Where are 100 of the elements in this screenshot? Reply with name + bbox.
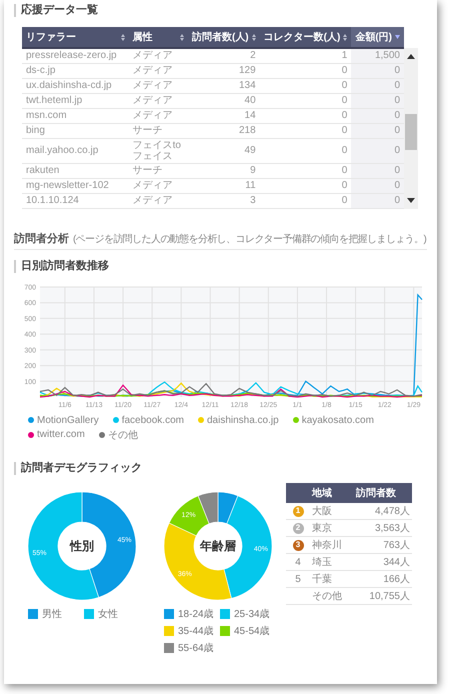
table-cell: 10,755人 — [354, 588, 412, 604]
table-cell: 763人 — [354, 536, 412, 554]
legend-item: 55-64歳 — [164, 640, 216, 654]
scroll-down-icon[interactable] — [407, 198, 415, 202]
table-cell: メディア — [128, 63, 188, 78]
rank-number: 4 — [294, 556, 302, 568]
table-cell: 0 — [260, 138, 352, 163]
table-cell: mg-newsletter-102 — [22, 178, 129, 193]
legend-item: 35-44歳 — [164, 624, 216, 638]
legend-item: twitter.com — [28, 428, 85, 442]
table-cell: 0 — [351, 138, 404, 163]
rank-medal: 2 — [292, 522, 304, 534]
legend-item: その他 — [98, 428, 138, 442]
table-cell: 0 — [351, 63, 404, 78]
table-cell: pressrelease-zero.jp — [22, 48, 129, 63]
sort-icon — [343, 34, 348, 40]
legend-item: 25-34歳 — [220, 606, 272, 620]
column-header[interactable]: コレクター数(人) — [260, 27, 352, 48]
table-cell: mail.yahoo.co.jp — [22, 138, 129, 163]
column-header[interactable]: 属性 — [128, 27, 188, 48]
donut-title: 性別 — [68, 538, 95, 554]
table-cell: 千葉 — [310, 570, 354, 588]
legend-swatch — [164, 608, 174, 618]
donut-title: 年齢層 — [198, 538, 237, 554]
chart-title: 日別訪問者数推移 — [14, 260, 109, 272]
table-cell: 神奈川 — [310, 536, 354, 554]
legend-dot — [28, 432, 34, 438]
table-cell: フェイスtoフェイス — [128, 138, 188, 163]
section-title: 訪問者デモグラフィック — [14, 462, 142, 474]
table-cell: 0 — [260, 63, 352, 78]
legend-dot — [112, 417, 119, 423]
table-cell: 9 — [188, 163, 260, 178]
table-cell: twt.heteml.jp — [22, 93, 129, 108]
rank-number: 5 — [294, 574, 302, 584]
column-header[interactable]: リファラー — [22, 27, 129, 48]
rank-medal: 1 — [292, 506, 304, 516]
table-cell: 0 — [260, 163, 352, 178]
legend-swatch — [84, 608, 94, 618]
legend-item: facebook.com — [112, 414, 184, 426]
table-cell: 1 — [260, 48, 352, 63]
legend-item: 男性 — [28, 606, 80, 620]
scrollbar-thumb[interactable] — [405, 114, 417, 150]
table-cell: 0 — [351, 78, 404, 93]
section-title: 訪問者分析 — [14, 232, 69, 246]
table-cell: ux.daishinsha-cd.jp — [22, 78, 129, 93]
legend-item: 18-24歳 — [164, 606, 216, 620]
table-cell: 0 — [351, 108, 404, 123]
table-cell: 0 — [351, 123, 404, 138]
table-cell: 10.1.10.124 — [22, 193, 129, 208]
table-cell: メディア — [128, 108, 188, 123]
table-cell: 3 — [188, 193, 260, 208]
legend-swatch — [220, 608, 230, 618]
column-header[interactable]: 金額(円) — [351, 27, 404, 48]
column-header: 訪問者数 — [354, 482, 412, 502]
table-cell: 0 — [351, 163, 404, 178]
table-cell: 東京 — [310, 520, 354, 536]
table-cell: 0 — [260, 108, 352, 123]
table-cell: bing — [22, 123, 129, 138]
section-subtitle: (ページを訪問した人の動態を分析し、コレクター予備群の傾向を把握しましょう。) — [73, 232, 426, 246]
sort-icon — [180, 34, 184, 40]
scroll-up-icon[interactable] — [407, 54, 415, 59]
table-cell: メディア — [128, 93, 188, 108]
table-cell: 0 — [260, 193, 352, 208]
table-cell: 40 — [188, 93, 260, 108]
table-cell: 埼玉 — [310, 554, 354, 570]
table-cell: その他 — [310, 588, 354, 604]
legend-item: kayakosato.com — [292, 414, 374, 426]
rank-medal: 3 — [292, 540, 304, 551]
table-cell: rakuten — [22, 163, 129, 178]
legend-swatch — [220, 626, 230, 636]
legend-swatch — [164, 626, 174, 636]
table-cell: 344人 — [354, 554, 412, 570]
table-cell: 166人 — [354, 570, 412, 588]
legend-swatch — [28, 608, 38, 618]
section-title: 応援データ一覧 — [14, 4, 98, 17]
table-cell: 134 — [188, 78, 260, 93]
table-cell: 3,563人 — [354, 520, 412, 536]
table-cell: サーチ — [128, 163, 188, 178]
scrollbar[interactable] — [404, 48, 418, 208]
sort-descending-icon — [395, 35, 400, 39]
legend-swatch — [164, 642, 174, 652]
table-cell: 大阪 — [310, 502, 354, 520]
legend-item: MotionGallery — [28, 414, 99, 426]
table-cell: 0 — [260, 178, 352, 193]
table-cell: メディア — [128, 48, 188, 63]
legend-dot — [28, 417, 34, 423]
table-cell: 0 — [260, 93, 352, 108]
table-cell: 4,478人 — [354, 502, 412, 520]
table-cell: サーチ — [128, 123, 188, 138]
table-cell: 0 — [260, 78, 352, 93]
table-cell: 14 — [188, 108, 260, 123]
table-cell: ds-c.jp — [22, 63, 129, 78]
table-cell: メディア — [128, 178, 188, 193]
table-cell: 0 — [260, 123, 352, 138]
legend-dot — [292, 417, 299, 423]
table-cell: メディア — [128, 78, 188, 93]
table-cell: メディア — [128, 193, 188, 208]
column-header[interactable]: 訪問者数(人) — [188, 27, 260, 48]
table-cell: 49 — [188, 138, 260, 163]
table-cell: 0 — [351, 178, 404, 193]
